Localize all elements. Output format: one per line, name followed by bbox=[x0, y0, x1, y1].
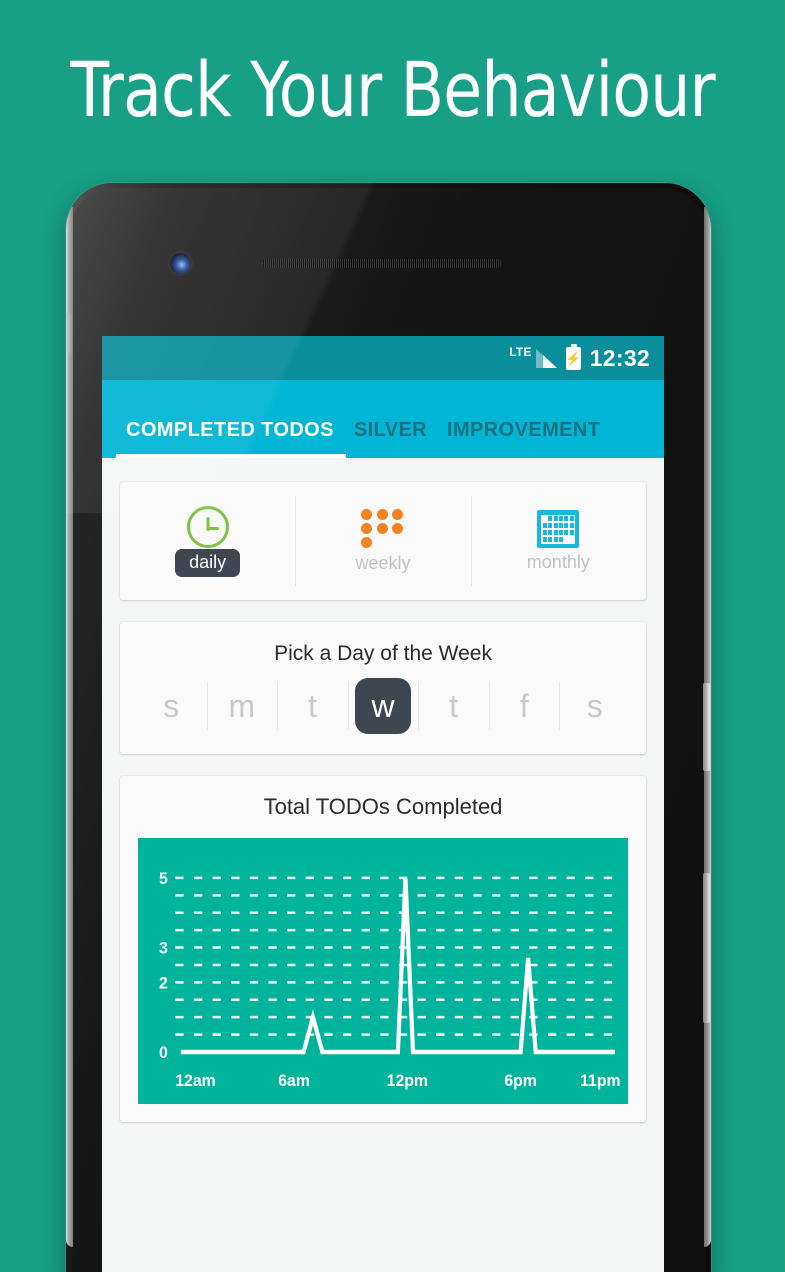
lte-label: LTE bbox=[509, 345, 532, 359]
dots-grid-icon bbox=[360, 508, 405, 549]
day-option-tuesday[interactable]: t bbox=[277, 676, 348, 736]
phone-power-button[interactable] bbox=[703, 683, 710, 771]
phone-left-button[interactable] bbox=[66, 313, 72, 353]
svg-text:11pm: 11pm bbox=[580, 1072, 620, 1091]
tab-silver[interactable]: SILVER bbox=[344, 419, 437, 458]
day-picker-title: Pick a Day of the Week bbox=[274, 642, 492, 665]
phone-mockup: LTE ⚡ 12:32 COMPLETED TODOS SILVER IMPRO… bbox=[66, 183, 711, 1272]
day-option-saturday[interactable]: s bbox=[559, 676, 630, 736]
clock-icon bbox=[186, 505, 229, 548]
svg-text:12pm: 12pm bbox=[387, 1072, 428, 1091]
day-option-wednesday-chip: w bbox=[355, 678, 411, 734]
svg-text:0: 0 bbox=[159, 1044, 168, 1063]
svg-text:6pm: 6pm bbox=[504, 1072, 537, 1091]
day-option-thursday[interactable]: t bbox=[418, 676, 489, 736]
day-option-sunday[interactable]: s bbox=[136, 676, 207, 736]
period-option-weekly[interactable]: weekly bbox=[295, 482, 470, 600]
period-option-daily[interactable]: daily bbox=[120, 482, 295, 600]
line-chart-svg: 0 2 3 5 12am 6am 12pm 6pm 11pm bbox=[159, 869, 623, 1091]
svg-text:6am: 6am bbox=[278, 1072, 310, 1091]
earpiece-speaker bbox=[262, 259, 502, 268]
day-picker-row: s m t w t f s bbox=[120, 676, 646, 736]
signal-bars-icon bbox=[535, 348, 557, 368]
battery-charging-icon: ⚡ bbox=[565, 343, 581, 370]
svg-text:3: 3 bbox=[159, 939, 168, 958]
day-option-wednesday[interactable]: w bbox=[347, 676, 419, 736]
tab-completed-todos[interactable]: COMPLETED TODOS bbox=[116, 419, 344, 458]
period-selector-card: daily weekly monthly bbox=[120, 482, 646, 600]
day-option-monday[interactable]: m bbox=[206, 676, 278, 736]
chart-card: Total TODOs Completed 0 2 3 5 12am 6am 12pm 6pm… bbox=[120, 776, 646, 1122]
svg-text:12am: 12am bbox=[175, 1072, 215, 1091]
page-title: Track Your Behaviour bbox=[70, 45, 715, 134]
phone-left-rail bbox=[66, 207, 73, 1247]
svg-text:2: 2 bbox=[159, 974, 168, 993]
line-chart[interactable]: 0 2 3 5 12am 6am 12pm 6pm 11pm bbox=[138, 838, 628, 1104]
period-label-daily: daily bbox=[175, 548, 241, 577]
tab-bar: COMPLETED TODOS SILVER IMPROVEMENT bbox=[102, 380, 664, 458]
day-option-friday[interactable]: f bbox=[488, 676, 560, 736]
period-option-monthly[interactable]: monthly bbox=[470, 482, 646, 600]
front-camera-icon bbox=[170, 253, 191, 274]
screen-content: daily weekly monthly Pick a Day of the W… bbox=[102, 458, 664, 1122]
status-bar-clock: 12:32 bbox=[589, 344, 650, 371]
phone-volume-button[interactable] bbox=[703, 873, 710, 1023]
svg-text:5: 5 bbox=[159, 869, 168, 888]
chart-title: Total TODOs Completed bbox=[263, 794, 503, 819]
tab-active-indicator bbox=[116, 454, 346, 458]
period-label-monthly: monthly bbox=[526, 551, 590, 572]
phone-screen: LTE ⚡ 12:32 COMPLETED TODOS SILVER IMPRO… bbox=[102, 336, 664, 1272]
period-label-weekly: weekly bbox=[355, 552, 411, 573]
period-selector: daily weekly monthly bbox=[120, 482, 646, 600]
tab-improvement[interactable]: IMPROVEMENT bbox=[437, 419, 610, 458]
chart-wrapper: 0 2 3 5 12am 6am 12pm 6pm 11pm bbox=[120, 838, 646, 1122]
day-picker-card: Pick a Day of the Week s m t w t f s bbox=[120, 622, 646, 754]
calendar-icon bbox=[537, 509, 580, 548]
status-bar: LTE ⚡ 12:32 bbox=[102, 336, 664, 380]
